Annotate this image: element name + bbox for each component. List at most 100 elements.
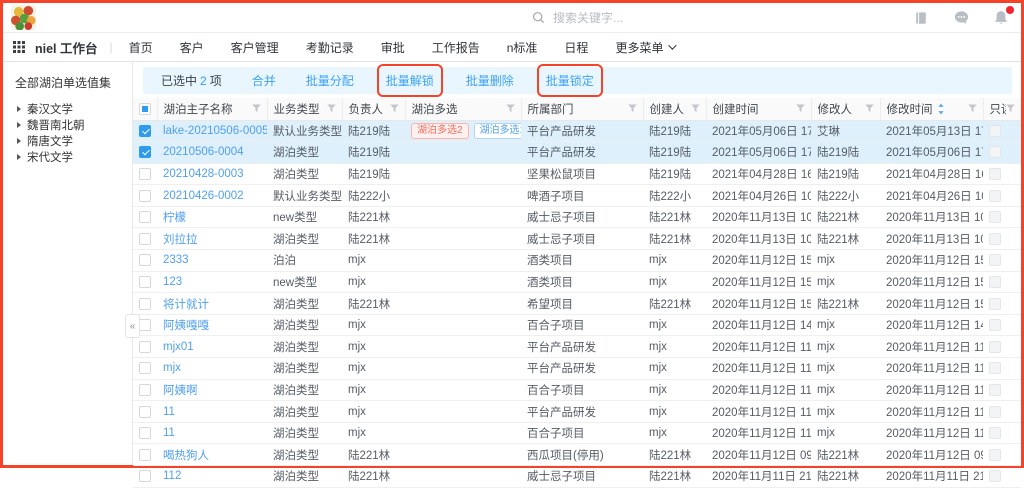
nav-menu-item-6[interactable]: n标准 xyxy=(507,39,538,56)
filter-icon[interactable] xyxy=(506,104,515,113)
table-row-13: 11湖泊类型mjx平台产品研发mjx2020年11月12日 11:11mjx20… xyxy=(133,401,1021,423)
toolbar-action-1[interactable]: 批量分配 xyxy=(306,72,354,89)
sidebar-tree-item-3[interactable]: 宋代文学 xyxy=(15,149,132,165)
readonly-checkbox[interactable] xyxy=(989,341,1001,353)
row-checkbox[interactable] xyxy=(139,341,151,353)
filter-icon[interactable] xyxy=(252,104,261,113)
readonly-checkbox[interactable] xyxy=(989,276,1001,288)
readonly-checkbox[interactable] xyxy=(989,427,1001,439)
toolbar-action-2[interactable]: 批量解锁 xyxy=(386,72,434,89)
column-label: 修改时间 xyxy=(887,101,933,117)
readonly-checkbox[interactable] xyxy=(989,319,1001,331)
filter-icon[interactable] xyxy=(691,104,700,113)
nav-menu-item-4[interactable]: 审批 xyxy=(381,39,405,56)
toolbar-action-0[interactable]: 合并 xyxy=(252,72,276,89)
toolbar-action-3[interactable]: 批量删除 xyxy=(466,72,514,89)
sidebar-collapse-button[interactable]: « xyxy=(125,314,140,338)
row-checkbox[interactable] xyxy=(139,276,151,288)
cell-name: 刘拉拉 xyxy=(157,228,267,250)
lake-name-link[interactable]: 20210506-0004 xyxy=(163,146,244,158)
lake-name-link[interactable]: mjx01 xyxy=(163,341,194,353)
row-checkbox[interactable] xyxy=(139,427,151,439)
filter-icon[interactable] xyxy=(1006,104,1015,113)
sidebar-tree-item-0[interactable]: 秦汉文学 xyxy=(15,101,132,117)
lake-name-link[interactable]: 112 xyxy=(163,470,181,482)
readonly-checkbox[interactable] xyxy=(989,470,1001,482)
sidebar-tree-item-2[interactable]: 隋唐文学 xyxy=(15,133,132,149)
readonly-checkbox[interactable] xyxy=(989,449,1001,461)
bell-icon[interactable] xyxy=(993,10,1009,26)
search-input[interactable] xyxy=(553,11,693,25)
column-header-readonly: 只读 xyxy=(983,98,1021,120)
toolbar-action-4[interactable]: 批量锁定 xyxy=(546,72,594,89)
filter-icon[interactable] xyxy=(968,104,977,113)
readonly-checkbox[interactable] xyxy=(989,146,1001,158)
filter-icon[interactable] xyxy=(628,104,637,113)
readonly-checkbox[interactable] xyxy=(989,298,1001,310)
row-checkbox[interactable] xyxy=(139,449,151,461)
row-checkbox[interactable] xyxy=(139,254,151,266)
readonly-checkbox[interactable] xyxy=(989,211,1001,223)
lake-name-link[interactable]: 2333 xyxy=(163,254,189,266)
row-checkbox[interactable] xyxy=(139,211,151,223)
filter-icon[interactable] xyxy=(390,104,399,113)
lake-name-link[interactable]: 刘拉拉 xyxy=(163,234,198,246)
lake-name-link[interactable]: 阿姨嘎嘎 xyxy=(163,320,209,332)
nav-menu-item-5[interactable]: 工作报告 xyxy=(432,39,480,56)
row-checkbox[interactable] xyxy=(139,319,151,331)
table-row-8: 将计就计湖泊类型陆221林希望项目陆221林2020年11月12日 15:15陆… xyxy=(133,293,1021,315)
lake-name-link[interactable]: 喝热狗人 xyxy=(163,450,209,462)
filter-icon[interactable] xyxy=(865,104,874,113)
sidebar-tree-item-1[interactable]: 魏晋南北朝 xyxy=(15,117,132,133)
lake-name-link[interactable]: 20210428-0003 xyxy=(163,168,244,180)
column-header-modified_at: 修改时间 xyxy=(880,98,983,120)
lake-name-link[interactable]: 柠檬 xyxy=(163,212,186,224)
cell-modifier: 陆221林 xyxy=(811,206,880,228)
readonly-checkbox[interactable] xyxy=(989,168,1001,180)
row-checkbox[interactable] xyxy=(139,406,151,418)
readonly-checkbox[interactable] xyxy=(989,406,1001,418)
lake-name-link[interactable]: 将计就计 xyxy=(163,299,209,311)
nav-menu-item-2[interactable]: 客户管理 xyxy=(231,39,279,56)
lake-name-link[interactable]: 20210426-0002 xyxy=(163,190,244,202)
filter-icon[interactable] xyxy=(796,104,805,113)
sort-icon[interactable] xyxy=(937,103,945,115)
lake-name-link[interactable]: 11 xyxy=(163,427,175,439)
row-checkbox[interactable] xyxy=(139,362,151,374)
readonly-checkbox[interactable] xyxy=(989,125,1001,137)
select-all-checkbox[interactable] xyxy=(139,103,151,115)
apps-grid-icon[interactable] xyxy=(13,41,25,53)
message-icon[interactable] xyxy=(953,10,969,26)
lake-name-link[interactable]: 11 xyxy=(163,406,175,418)
table-row-2: 20210428-0003湖泊类型陆219陆坚果松鼠项目陆219陆2021年04… xyxy=(133,163,1021,185)
notebook-icon[interactable] xyxy=(913,10,929,26)
readonly-checkbox[interactable] xyxy=(989,233,1001,245)
nav-menu-item-3[interactable]: 考勤记录 xyxy=(306,39,354,56)
cell-readonly xyxy=(983,250,1021,272)
row-checkbox[interactable] xyxy=(139,470,151,482)
filter-icon[interactable] xyxy=(327,104,336,113)
readonly-checkbox[interactable] xyxy=(989,190,1001,202)
nav-menu-item-1[interactable]: 客户 xyxy=(180,39,204,56)
row-checkbox[interactable] xyxy=(139,233,151,245)
nav-menu-item-7[interactable]: 日程 xyxy=(564,39,588,56)
readonly-checkbox[interactable] xyxy=(989,254,1001,266)
sidebar-item-label: 魏晋南北朝 xyxy=(27,117,85,133)
row-checkbox[interactable] xyxy=(139,168,151,180)
nav-more-menu[interactable]: 更多菜单 xyxy=(615,39,674,56)
row-checkbox[interactable] xyxy=(139,125,151,137)
readonly-checkbox[interactable] xyxy=(989,362,1001,374)
readonly-checkbox[interactable] xyxy=(989,384,1001,396)
lake-name-link[interactable]: mjx xyxy=(163,362,181,374)
workspace-title[interactable]: niel 工作台 xyxy=(35,38,98,57)
lake-name-link[interactable]: lake-20210506-0005 xyxy=(163,125,267,137)
row-checkbox[interactable] xyxy=(139,384,151,396)
row-checkbox[interactable] xyxy=(139,146,151,158)
row-checkbox[interactable] xyxy=(139,190,151,202)
row-checkbox[interactable] xyxy=(139,298,151,310)
cell-select xyxy=(133,142,157,164)
lake-name-link[interactable]: 阿姨啊 xyxy=(163,385,198,397)
lake-name-link[interactable]: 123 xyxy=(163,276,182,288)
nav-menu-item-0[interactable]: 首页 xyxy=(129,39,153,56)
cell-name: 喝热狗人 xyxy=(157,444,267,466)
